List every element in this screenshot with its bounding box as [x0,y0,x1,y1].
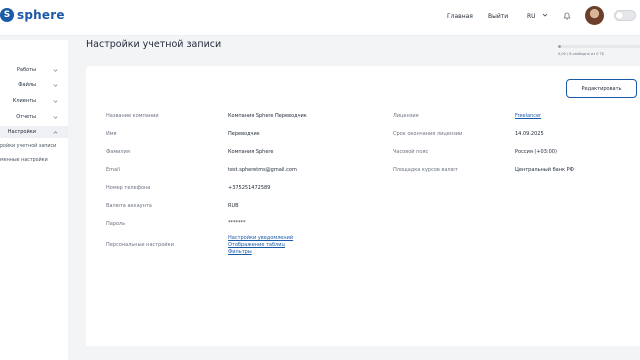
field-value-password: ******* [228,220,246,226]
field-label-license-expiry: Срок окончания лицензии [393,131,463,137]
sidebar-item-label: Файлы [18,82,36,88]
top-header: S sphere Главная Выйти RU [0,0,640,36]
field-value-currency: RUB [228,203,239,209]
chevron-up-icon [53,130,58,134]
sidebar-subitem-account-settings[interactable]: ройки учетной записи [0,144,56,149]
sidebar-subitem-other-settings[interactable]: менные настройки [0,158,48,163]
page-title: Настройки учетной записи [86,39,222,50]
theme-toggle[interactable] [614,10,636,21]
avatar[interactable] [585,6,604,25]
field-value-timezone: Россия (+03:00) [515,149,557,155]
sidebar-item-reports[interactable]: Отчеты [0,111,68,123]
field-value-last-name: Компания Sphere [228,149,274,155]
table-display-link[interactable]: Отображение таблиц [228,242,285,248]
toggle-knob [616,12,623,19]
field-label-timezone: Часовой пояс [393,149,429,155]
storage-progress-fill [558,45,562,48]
notification-settings-link[interactable]: Настройки уведомлений [228,235,293,241]
logo[interactable]: S sphere [0,8,65,22]
sidebar-item-files[interactable]: Файлы [0,79,68,91]
field-value-email: test.spheretms@gmail.com [228,167,297,173]
field-label-company: Название компании [106,113,159,119]
chevron-down-icon[interactable] [542,12,548,18]
chevron-down-icon [53,68,58,72]
language-selector[interactable]: RU [527,13,536,20]
sidebar-item-label: Клиенты [12,98,36,104]
chevron-down-icon [53,115,58,119]
storage-progress-bar [558,45,640,48]
field-value-license[interactable]: Freelancer [515,113,541,119]
field-label-last-name: Фамилия [106,149,130,155]
filters-link[interactable]: Фильтры [228,249,252,255]
field-label-password: Пароль [106,221,126,227]
logo-text: sphere [17,8,65,22]
chevron-down-icon [53,83,58,87]
account-card [86,66,640,346]
nav-home-link[interactable]: Главная [447,13,473,20]
edit-button[interactable]: Редактировать [566,79,637,98]
field-label-currency: Валюта аккаунта [106,203,152,209]
field-label-phone: Номер телефона [106,185,151,191]
storage-text: 0,00 / 6 свободно из 0 ТБ [558,52,605,56]
field-value-company: Компания Sphere Переводчик [228,113,307,119]
field-label-exchange-rate-source: Площадка курсов валют [393,167,458,173]
nav-logout-link[interactable]: Выйти [488,13,508,20]
field-label-first-name: Имя [106,131,117,137]
logo-icon: S [0,8,14,22]
sidebar-item-label: Отчеты [16,114,36,120]
sidebar-item-clients[interactable]: Клиенты [0,95,68,107]
bell-icon[interactable] [563,11,571,20]
field-value-license-expiry: 14.09.2025 [515,131,544,137]
field-label-email: Email [106,167,120,173]
sidebar-item-settings[interactable]: Настройки [0,126,68,138]
sidebar-item-label: Работы [16,67,36,73]
sidebar-item-jobs[interactable]: Работы [0,64,68,76]
field-value-phone: +375251472589 [228,185,271,191]
field-value-exchange-rate-source: Центральный банк РФ [515,167,574,173]
field-label-license: Лицензия [393,113,419,119]
sidebar: Работы Файлы Клиенты Отчеты Настройки ро… [0,40,68,360]
field-value-first-name: Переводчик [228,131,260,137]
field-label-personal-settings: Персональные настройки [106,242,174,248]
chevron-down-icon [53,99,58,103]
sidebar-item-label: Настройки [7,129,36,135]
